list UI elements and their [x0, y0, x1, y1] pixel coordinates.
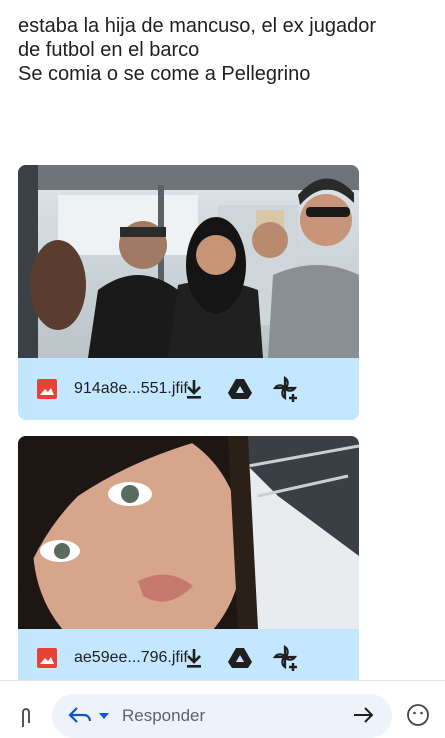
attachment-thumbnail[interactable]	[18, 165, 359, 358]
attachment-bar: ae59ee...796.jfif	[18, 629, 359, 686]
attachment-thumbnail[interactable]	[18, 436, 359, 629]
download-icon[interactable]	[181, 645, 207, 671]
image-icon	[37, 647, 57, 668]
message-line: Se comia o se come a Pellegrino	[18, 63, 311, 85]
message-line: de futbol en el barco	[18, 39, 200, 61]
emoji-icon[interactable]	[406, 703, 430, 727]
drive-icon[interactable]	[227, 376, 253, 402]
dropdown-caret-icon[interactable]	[98, 712, 110, 720]
attachment-filename: 914a8e...551.jfif	[74, 380, 188, 397]
download-icon[interactable]	[181, 376, 207, 402]
image-icon	[37, 379, 57, 399]
attachment-card[interactable]: 914a8e...551.jfif	[18, 165, 359, 420]
reply-placeholder: Responder	[122, 706, 206, 725]
reply-icon	[68, 707, 92, 723]
boat-party-photo	[18, 165, 359, 358]
drive-icon[interactable]	[227, 645, 253, 671]
add-to-photos-icon[interactable]	[273, 644, 299, 671]
attachment-bar: 914a8e...551.jfif	[18, 358, 359, 420]
attachment-card[interactable]: ae59ee...796.jfif	[18, 436, 359, 686]
attachment-filename: ae59ee...796.jfif	[74, 648, 188, 666]
attach-icon[interactable]	[20, 707, 32, 727]
reply-field[interactable]: Responder	[52, 694, 392, 738]
add-to-photos-icon[interactable]	[273, 376, 299, 402]
composer-bar: Responder	[0, 680, 445, 738]
selfie-photo	[18, 436, 359, 629]
message-line: estaba la hija de mancuso, el ex jugador	[18, 15, 377, 37]
forward-icon[interactable]	[352, 706, 374, 724]
message-body: estaba la hija de mancuso, el ex jugador…	[18, 14, 428, 86]
